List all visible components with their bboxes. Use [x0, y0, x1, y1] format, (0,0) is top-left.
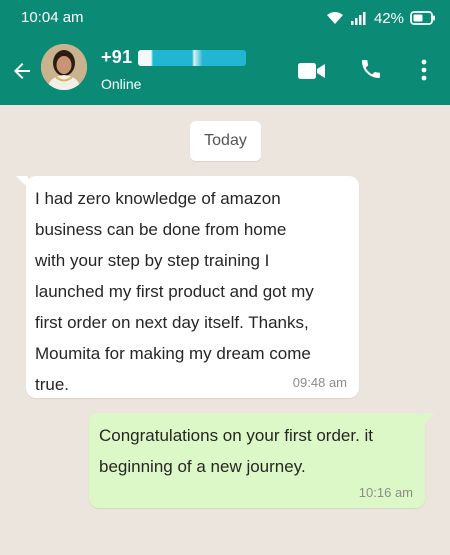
wifi-icon [326, 12, 343, 24]
date-divider: Today [190, 121, 261, 161]
message-text: I had zero knowledge of amazon business … [35, 189, 314, 394]
message-text: Congratulations on your first order. it … [99, 426, 374, 476]
battery-percent: 42% [373, 9, 404, 27]
back-arrow-icon[interactable] [10, 59, 34, 83]
video-call-icon[interactable] [298, 62, 326, 80]
incoming-message[interactable]: I had zero knowledge of amazon business … [16, 176, 359, 398]
battery-icon [410, 11, 435, 25]
message-time: 09:48 am [292, 375, 347, 390]
phone-call-icon[interactable] [359, 57, 383, 81]
contact-name[interactable]: +91 [101, 47, 247, 68]
status-bar: 10:04 am 42% [0, 0, 450, 36]
chat-header: +91 Online [0, 36, 450, 105]
outgoing-message[interactable]: Congratulations on your first order. it … [89, 413, 435, 508]
avatar[interactable] [41, 44, 87, 90]
redacted-phone-number [138, 49, 247, 66]
status-time: 10:04 am [21, 9, 84, 26]
status-indicators: 42% [326, 7, 436, 29]
signal-icon [350, 12, 366, 25]
contact-status: Online [101, 76, 142, 92]
more-menu-icon[interactable] [419, 58, 429, 82]
contact-prefix: +91 [101, 47, 133, 67]
message-time: 10:16 am [358, 485, 413, 500]
